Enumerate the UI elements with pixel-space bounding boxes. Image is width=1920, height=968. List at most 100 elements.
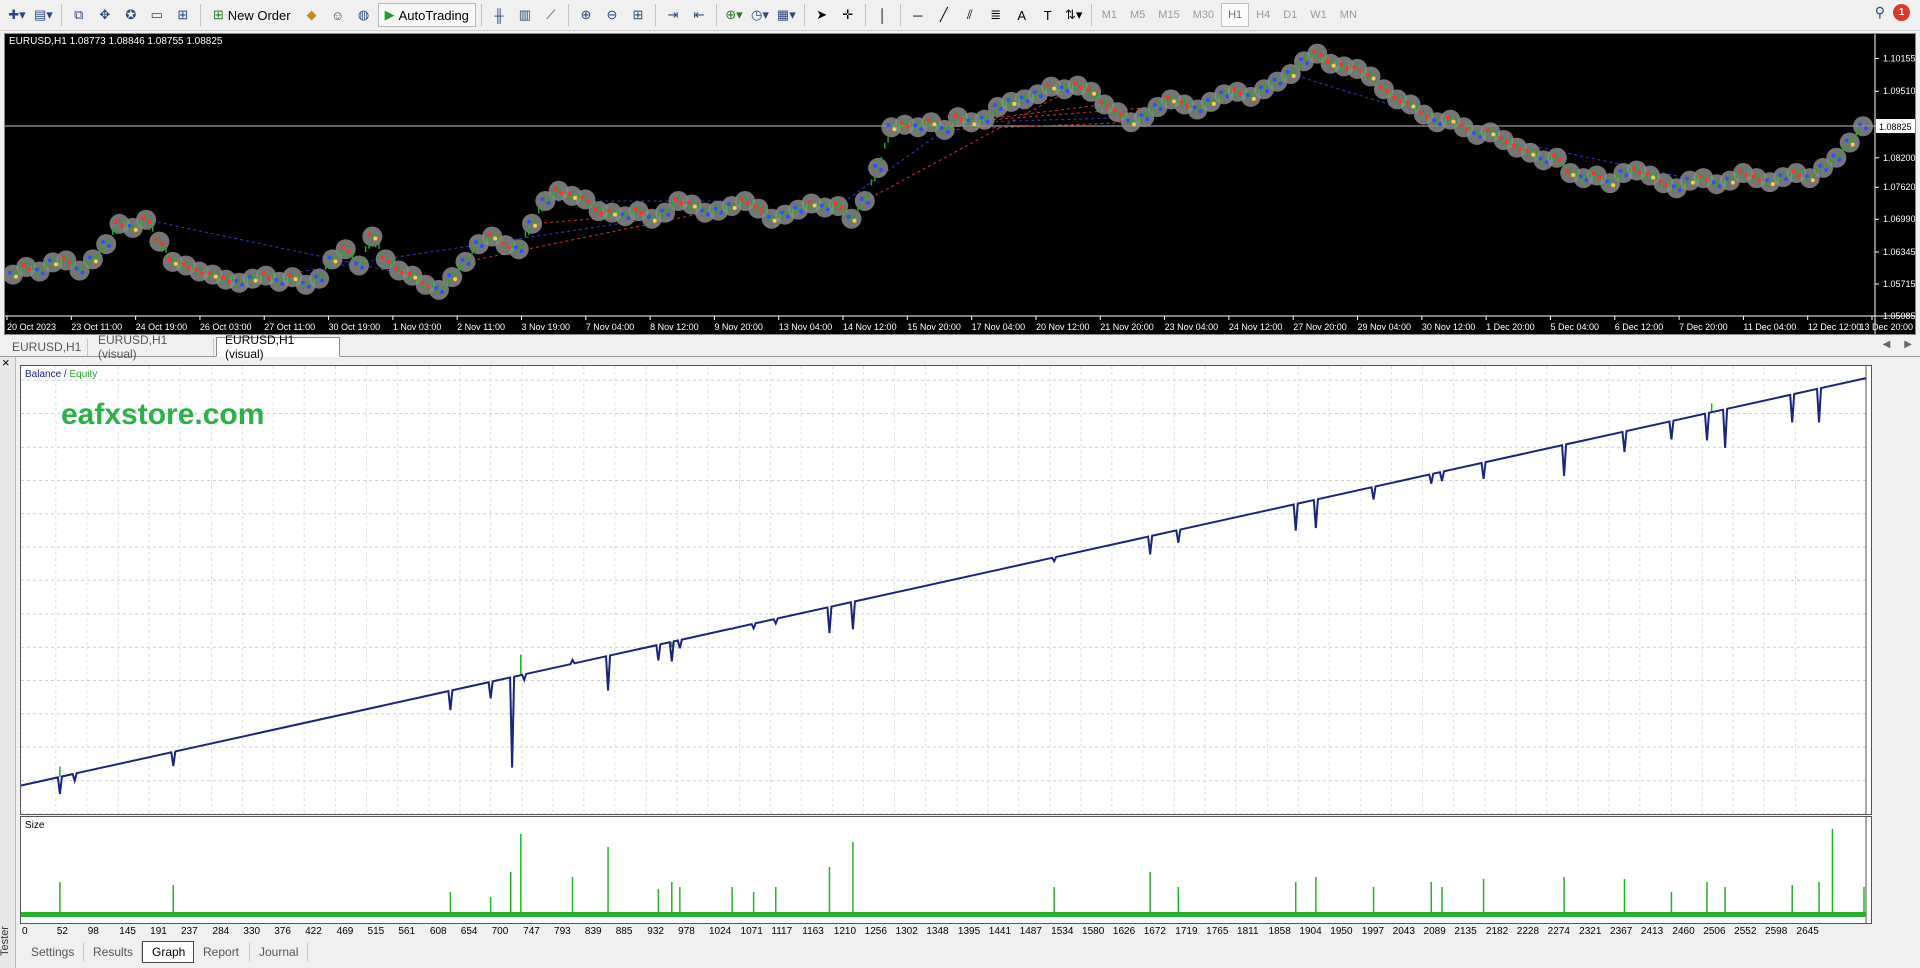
market-watch-button[interactable]: ⧉ — [67, 3, 91, 27]
auto-scroll-button[interactable]: ⇥ — [661, 3, 685, 27]
buy-marker — [1131, 122, 1136, 127]
trade-count-axis: 0 52 98 145 191 237 284 330 376 422 469 515 561 608 65… — [22, 926, 1820, 936]
equidistant-channel-button[interactable]: ⫽ — [958, 3, 982, 27]
sell-marker — [1318, 53, 1323, 58]
navigator-button[interactable]: ✪ — [119, 3, 143, 27]
timeframe-h4[interactable]: H4 — [1250, 4, 1276, 26]
buy-marker — [1818, 163, 1823, 168]
timeframe-h1[interactable]: H1 — [1221, 3, 1250, 27]
buy-marker — [1837, 157, 1842, 162]
chart-tab[interactable]: EURUSD,H1 (visual) — [90, 333, 214, 361]
chart-tab[interactable]: EURUSD,H1 (visual) — [216, 333, 340, 361]
new-order-label: New Order — [227, 7, 291, 23]
indicators-button[interactable]: ⊕▾ — [722, 3, 746, 27]
sell-marker — [367, 232, 372, 237]
sell-marker — [114, 219, 119, 224]
x-tick-label: 145 — [119, 926, 136, 936]
tile-windows-button[interactable]: ⊞ — [626, 3, 650, 27]
signals-button[interactable]: ☺ — [326, 3, 350, 27]
timeframe-mn[interactable]: MN — [1334, 4, 1363, 26]
current-price-label: 1.08825 — [1879, 122, 1912, 132]
zoom-in-button[interactable]: ⊕ — [574, 3, 598, 27]
sell-marker — [639, 211, 644, 216]
line-chart-button[interactable]: ⟋ — [539, 3, 563, 27]
x-tick-label: 1765 — [1206, 926, 1229, 936]
buy-marker — [819, 203, 824, 208]
sell-marker — [1637, 170, 1642, 175]
sell-marker — [1424, 114, 1429, 119]
text-label-button[interactable]: T — [1036, 3, 1060, 27]
vertical-line-button[interactable]: │ — [871, 3, 895, 27]
buy-marker — [473, 240, 478, 245]
zoom-out-button[interactable]: ⊖ — [600, 3, 624, 27]
profiles-button[interactable]: ▤▾ — [31, 3, 56, 27]
horizontal-line-button[interactable]: ─ — [906, 3, 930, 27]
scroll-left-icon[interactable]: ◀ — [1883, 339, 1891, 350]
time-tick-label: 3 Nov 19:00 — [521, 322, 570, 332]
chart-tab[interactable]: EURUSD,H1 — [4, 338, 88, 356]
trendline-icon: ╱ — [939, 7, 948, 22]
data-window-button[interactable]: ✥ — [93, 3, 117, 27]
metaeditor-button[interactable]: ◆ — [300, 3, 324, 27]
buy-marker — [439, 289, 444, 294]
search-icon[interactable]: ⚲ — [1875, 4, 1885, 21]
crosshair-button[interactable]: ✛ — [836, 3, 860, 27]
autotrading-button[interactable]: ▶ AutoTrading — [377, 3, 476, 27]
sell-marker — [679, 200, 684, 205]
fibonacci-button[interactable]: ≣ — [984, 3, 1008, 27]
timeframe-m5[interactable]: M5 — [1124, 4, 1151, 26]
tab-report[interactable]: Report — [194, 943, 250, 961]
sell-marker — [194, 267, 199, 272]
templates-button[interactable]: ▦▾ — [774, 3, 799, 27]
signal-line-buy — [837, 129, 945, 207]
arrows-button[interactable]: ⇅▾ — [1062, 3, 1086, 27]
timeframe-m30[interactable]: M30 — [1187, 4, 1220, 26]
timeframe-m15[interactable]: M15 — [1152, 4, 1185, 26]
tab-settings[interactable]: Settings — [22, 943, 84, 961]
text-button[interactable]: A — [1010, 3, 1034, 27]
timeframe-w1[interactable]: W1 — [1304, 4, 1333, 26]
sell-marker — [1445, 115, 1450, 120]
buy-marker — [306, 284, 311, 289]
candlestick-button[interactable]: ▥ — [513, 3, 537, 27]
sell-marker — [493, 236, 498, 241]
sell-marker — [1331, 63, 1336, 68]
tab-results[interactable]: Results — [84, 943, 142, 961]
timeframe-m1[interactable]: M1 — [1096, 4, 1123, 26]
toolbar-separator — [654, 4, 656, 26]
tab-graph[interactable]: Graph — [142, 941, 194, 963]
x-tick-label: 1719 — [1175, 926, 1198, 936]
periodicity-button[interactable]: ◷▾ — [748, 3, 772, 27]
buy-marker — [1211, 101, 1216, 106]
new-order-button[interactable]: ⊞ New Order — [206, 3, 298, 27]
close-icon[interactable]: × — [2, 355, 10, 370]
buy-marker — [979, 115, 984, 120]
sell-marker — [1232, 87, 1237, 92]
legend-equity: Equity — [69, 369, 98, 380]
x-tick-label: 2645 — [1797, 926, 1820, 936]
price-chart[interactable]: 1.10155 1.09510 1.08825 1.08200 1.07620 1.069… — [4, 33, 1916, 335]
x-tick-label: 1210 — [834, 926, 857, 936]
x-tick-label: 1071 — [741, 926, 764, 936]
sell-marker — [413, 275, 418, 280]
sell-marker — [167, 257, 172, 262]
time-tick-label: 26 Oct 03:00 — [200, 322, 252, 332]
notification-badge[interactable]: 1 — [1893, 4, 1910, 21]
tab-journal[interactable]: Journal — [250, 943, 308, 961]
strategy-tester-button[interactable]: ⊞ — [171, 3, 195, 27]
line-chart-icon: ⟋ — [546, 7, 556, 22]
timeframe-d1[interactable]: D1 — [1277, 4, 1303, 26]
buy-marker — [1724, 176, 1729, 181]
bar-chart-button[interactable]: ╫ — [487, 3, 511, 27]
chart-shift-button[interactable]: ⇤ — [687, 3, 711, 27]
scroll-right-icon[interactable]: ▶ — [1904, 339, 1912, 350]
buy-marker — [1538, 156, 1543, 161]
trendline-button[interactable]: ╱ — [932, 3, 956, 27]
new-chart-button[interactable]: ✚▾ — [5, 3, 29, 27]
terminal-button[interactable]: ▭ — [145, 3, 169, 27]
x-tick-label: 1580 — [1082, 926, 1105, 936]
sell-marker — [1418, 110, 1423, 115]
vps-button[interactable]: ◍ — [352, 3, 376, 27]
sell-marker — [346, 249, 351, 254]
cursor-button[interactable]: ➤ — [810, 3, 834, 27]
